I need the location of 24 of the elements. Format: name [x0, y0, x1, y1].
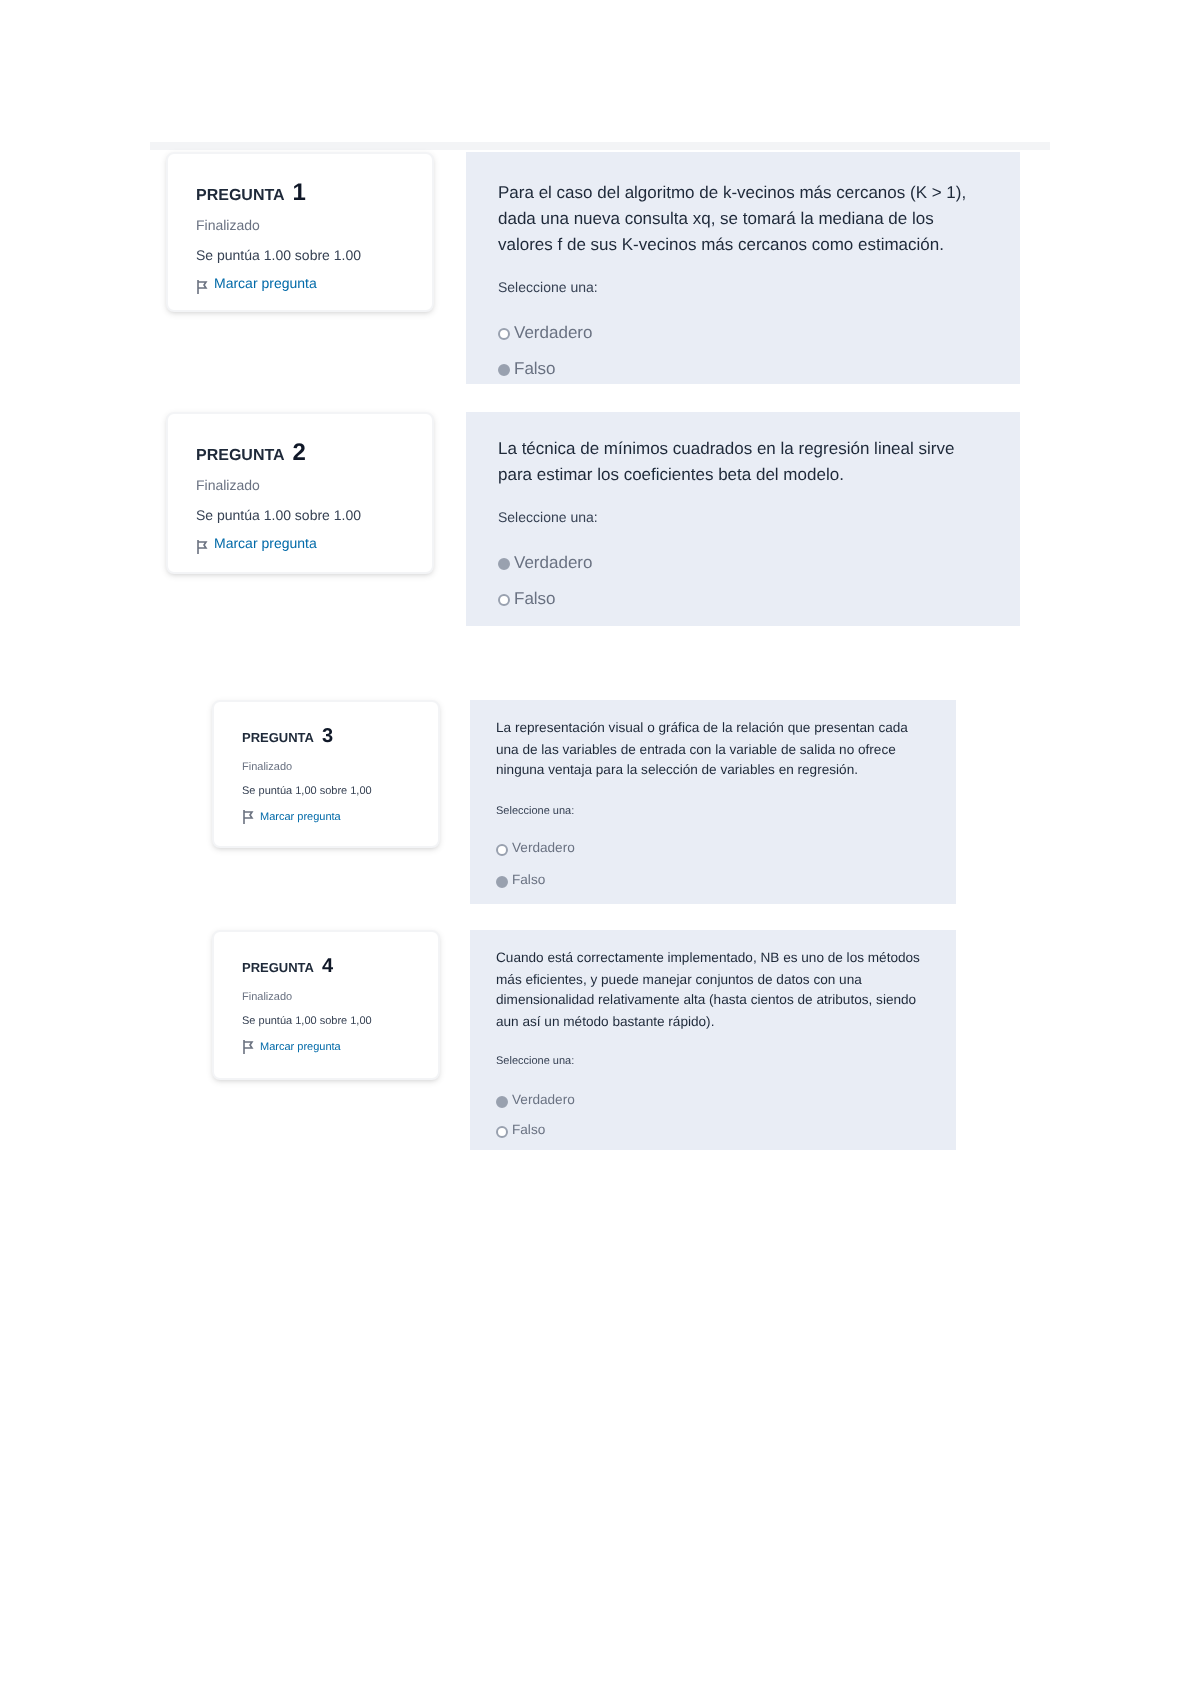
question-label: PREGUNTA — [196, 184, 285, 208]
radio-button[interactable] — [496, 1095, 508, 1108]
question-text: La técnica de mínimos cuadrados en la regresión lineal sirve para estimar los coeficientes beta del modelo. — [498, 436, 957, 488]
question-text: Para el caso del algoritmo de k-vecinos más cercanos (K > 1), dada una nueva consulta xq, se tomará la mediana de los valores f de sus K-vecinos más cercanos como estimación. — [498, 180, 969, 258]
radio-button[interactable] — [496, 844, 508, 857]
question-number: 2 — [292, 436, 306, 470]
option-label: Verdadero — [514, 550, 593, 576]
radio-button[interactable] — [498, 557, 510, 569]
flag-icon[interactable] — [196, 279, 208, 294]
option-label: Falso — [514, 586, 556, 612]
option-label: Falso — [514, 356, 556, 382]
flag-icon[interactable] — [196, 539, 208, 554]
question-label: PREGUNTA — [196, 444, 285, 468]
question-number: 4 — [322, 954, 334, 982]
flag-icon[interactable] — [242, 810, 254, 825]
question-number: 1 — [292, 176, 306, 210]
radio-button[interactable] — [496, 875, 508, 888]
radio-button[interactable] — [498, 327, 510, 339]
flag-icon[interactable] — [242, 1040, 254, 1055]
radio-button[interactable] — [498, 593, 510, 605]
question-number: 3 — [322, 724, 334, 752]
radio-button[interactable] — [498, 363, 510, 375]
radio-button[interactable] — [496, 1126, 508, 1139]
option-label: Verdadero — [514, 320, 593, 346]
